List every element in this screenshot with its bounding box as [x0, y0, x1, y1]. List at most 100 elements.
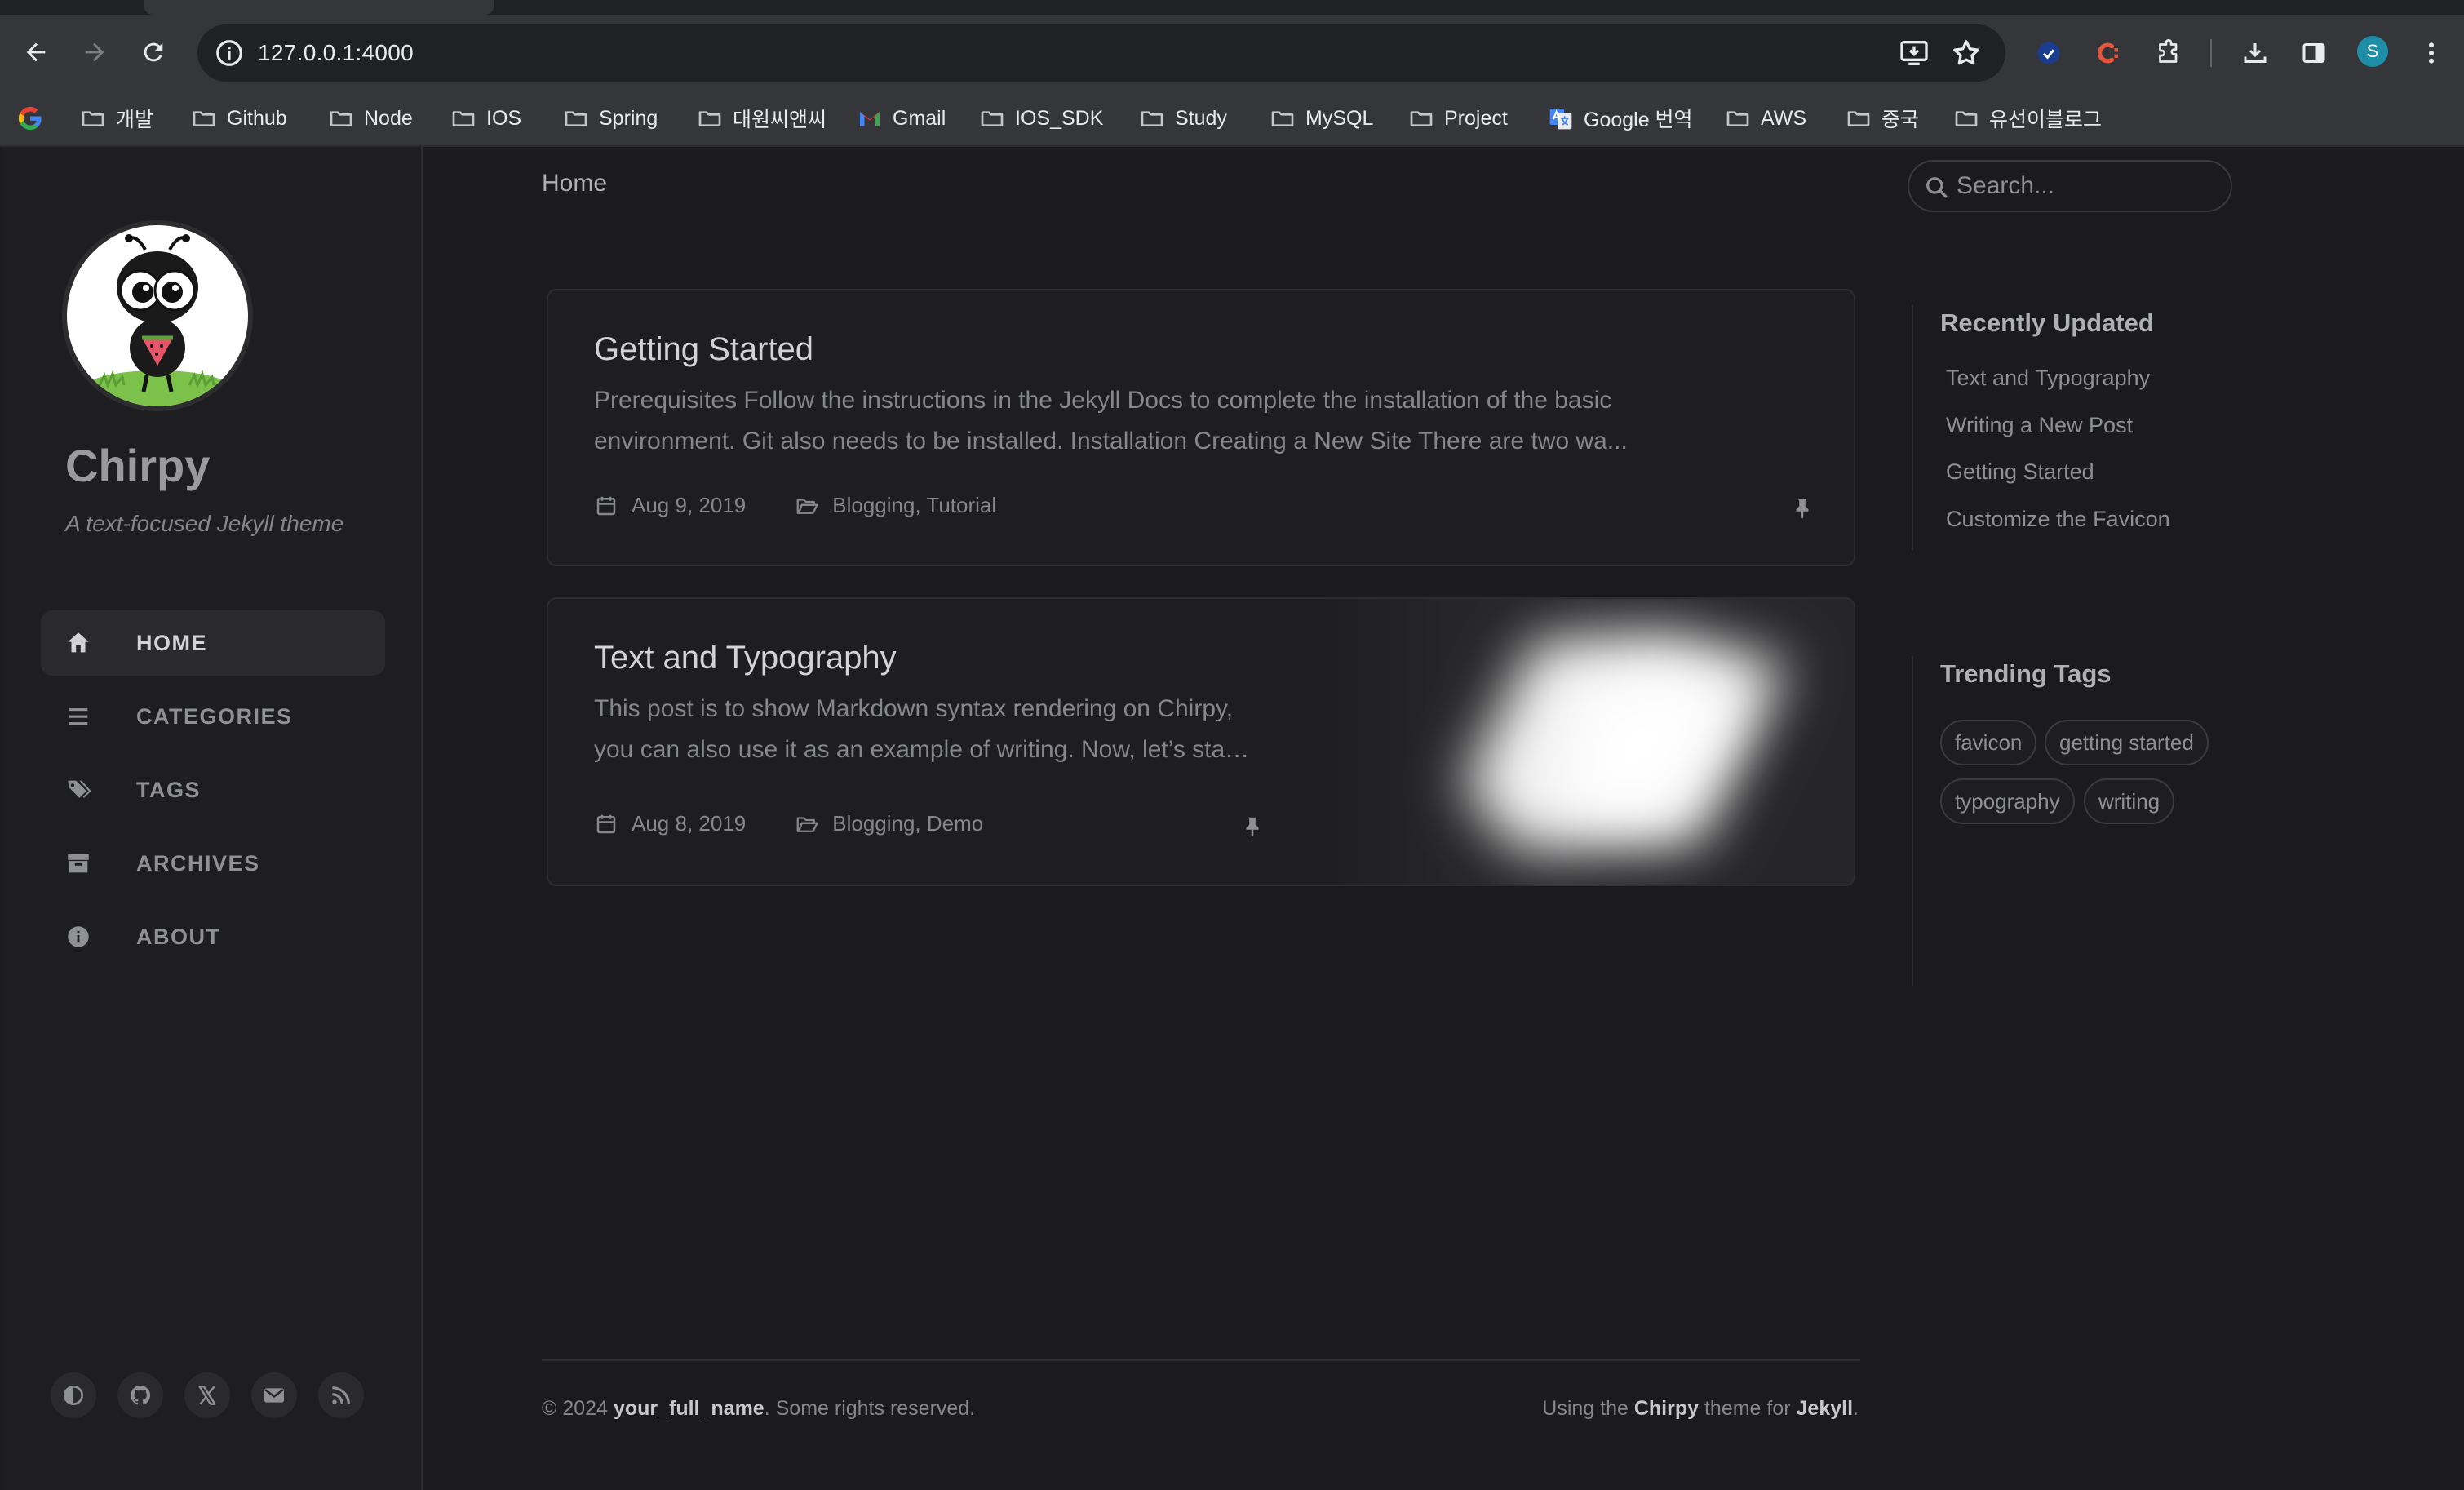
forward-button[interactable]: [75, 33, 114, 72]
profile-avatar[interactable]: S: [2357, 36, 2388, 67]
post-categories-text[interactable]: Blogging, Demo: [832, 811, 983, 836]
bookmark-label: IOS: [486, 106, 522, 130]
bookmark-item[interactable]: 개발: [80, 90, 153, 147]
bookmark-item[interactable]: Github: [191, 90, 287, 147]
sidebar-item-label: HOME: [136, 630, 207, 655]
sidebar: Chirpy A text-focused Jekyll theme HOME C…: [2, 147, 423, 1490]
x-twitter-button[interactable]: [184, 1372, 230, 1418]
post-card[interactable]: Getting Started Prerequisites Follow the…: [547, 289, 1855, 566]
downloads-button[interactable]: [2237, 35, 2273, 71]
post-preview-image: [1315, 599, 1854, 885]
footer-copyright: © 2024 your_full_name. Some rights reser…: [542, 1397, 975, 1421]
theme-link[interactable]: Chirpy: [1634, 1397, 1699, 1420]
jekyll-link[interactable]: Jekyll: [1797, 1397, 1854, 1420]
sidebar-bottom-icons: [51, 1371, 385, 1420]
ant-mascot-image: [84, 234, 231, 406]
folder-icon: [1271, 111, 1294, 126]
avatar[interactable]: [62, 220, 253, 411]
folder-icon: [565, 111, 587, 126]
pin-icon: [1796, 499, 1809, 519]
browser-menu-button[interactable]: [2413, 35, 2449, 71]
post-title[interactable]: Text and Typography: [594, 640, 897, 676]
bookmark-item[interactable]: Project: [1408, 90, 1508, 147]
sidebar-item-tags[interactable]: TAGS: [41, 757, 385, 823]
active-tab[interactable]: [144, 0, 494, 15]
star-icon[interactable]: [1950, 37, 1983, 69]
site-info-icon[interactable]: [214, 38, 245, 69]
sidebar-item-home[interactable]: HOME: [41, 610, 385, 676]
github-button[interactable]: [117, 1372, 163, 1418]
folder-icon: [452, 111, 475, 126]
rss-icon: [332, 1386, 350, 1404]
extension-c-button[interactable]: [2090, 35, 2126, 71]
folder-icon: [82, 111, 104, 126]
tag-pill[interactable]: getting started: [2045, 720, 2209, 765]
folder-open-icon: [796, 816, 818, 832]
recently-updated-heading: Recently Updated: [1940, 308, 2154, 337]
bookmark-item[interactable]: Google 번역: [1548, 90, 1693, 147]
side-panel-button[interactable]: [2296, 35, 2332, 71]
bookmark-item[interactable]: MySQL: [1270, 90, 1373, 147]
email-icon: [264, 1388, 284, 1403]
post-excerpt-line: environment. Git also needs to be instal…: [594, 428, 1628, 455]
bookmark-label: 유선이블로그: [1989, 109, 2103, 131]
bookmark-label: 중국: [1881, 109, 1920, 131]
reload-button[interactable]: [134, 33, 173, 72]
search-input[interactable]: [1957, 162, 2218, 211]
sidebar-item-archives[interactable]: ARCHIVES: [41, 831, 385, 896]
extensions-button[interactable]: [2151, 35, 2187, 71]
tag-pill[interactable]: favicon: [1940, 720, 2037, 765]
post-excerpt-line: This post is to show Markdown syntax ren…: [594, 695, 1234, 722]
bookmark-item[interactable]: Node: [328, 90, 413, 147]
calendar-icon: [596, 496, 616, 515]
sidebar-item-about[interactable]: ABOUT: [41, 904, 385, 969]
bookmark-item[interactable]: 중국: [1846, 90, 1919, 147]
home-icon: [62, 627, 95, 659]
owner-link[interactable]: your_full_name: [614, 1397, 764, 1420]
recent-post-link[interactable]: Customize the Favicon: [1946, 507, 2170, 532]
sidebar-item-label: CATEGORIES: [136, 703, 293, 729]
bookmarks-bar: 개발 Github Node IOS Spring 대원씨앤씨 Gmail IOS_SDK St…: [0, 90, 2464, 147]
tags-icon: [62, 774, 95, 806]
url-text[interactable]: 127.0.0.1:4000: [258, 24, 414, 82]
sidebar-item-label: ABOUT: [136, 924, 221, 949]
post-title[interactable]: Getting Started: [594, 331, 813, 368]
bookmark-item[interactable]: IOS_SDK: [979, 90, 1103, 147]
recent-post-link[interactable]: Writing a New Post: [1946, 413, 2133, 438]
bookmark-item[interactable]: Study: [1139, 90, 1227, 147]
bookmark-item[interactable]: 대원씨앤씨: [697, 90, 827, 147]
bookmark-label: Study: [1175, 106, 1227, 130]
post-card[interactable]: Text and Typography This post is to show…: [547, 597, 1855, 886]
bookmark-label: Google 번역: [1584, 109, 1693, 131]
recent-post-link[interactable]: Text and Typography: [1946, 366, 2150, 391]
footer-divider: [542, 1359, 1860, 1361]
back-button[interactable]: [16, 33, 55, 72]
theme-toggle-button[interactable]: [51, 1372, 96, 1418]
site-title[interactable]: Chirpy: [65, 439, 210, 492]
tag-pill[interactable]: writing: [2084, 778, 2175, 824]
sidebar-item-label: TAGS: [136, 777, 201, 802]
bookmark-item[interactable]: Spring: [563, 90, 658, 147]
post-date-text: Aug 9, 2019: [632, 493, 747, 517]
bookmark-label: Spring: [599, 106, 658, 130]
toolbar-separator: [2210, 39, 2212, 67]
sidebar-item-categories[interactable]: CATEGORIES: [41, 684, 385, 749]
search-icon: [1926, 177, 1948, 198]
search-box[interactable]: [1908, 160, 2232, 212]
email-button[interactable]: [251, 1372, 297, 1418]
bookmark-item[interactable]: AWS: [1725, 90, 1806, 147]
bookmark-item[interactable]: IOS: [450, 90, 521, 147]
bookmark-item[interactable]: 유선이블로그: [1953, 90, 2102, 147]
google-bookmark[interactable]: [16, 90, 44, 147]
bookmark-label: AWS: [1761, 106, 1807, 130]
rss-button[interactable]: [318, 1372, 364, 1418]
recent-post-link[interactable]: Getting Started: [1946, 459, 2094, 485]
address-bar[interactable]: 127.0.0.1:4000: [197, 24, 2005, 82]
post-meta: Aug 8, 2019 Blogging, Demo: [594, 811, 1032, 836]
install-app-icon[interactable]: [1898, 37, 1930, 69]
extension-check-button[interactable]: [2031, 35, 2067, 71]
post-categories-text[interactable]: Blogging, Tutorial: [832, 493, 996, 518]
pin-icon: [1246, 817, 1259, 837]
bookmark-item[interactable]: Gmail: [857, 90, 946, 147]
tag-pill[interactable]: typography: [1940, 778, 2075, 824]
